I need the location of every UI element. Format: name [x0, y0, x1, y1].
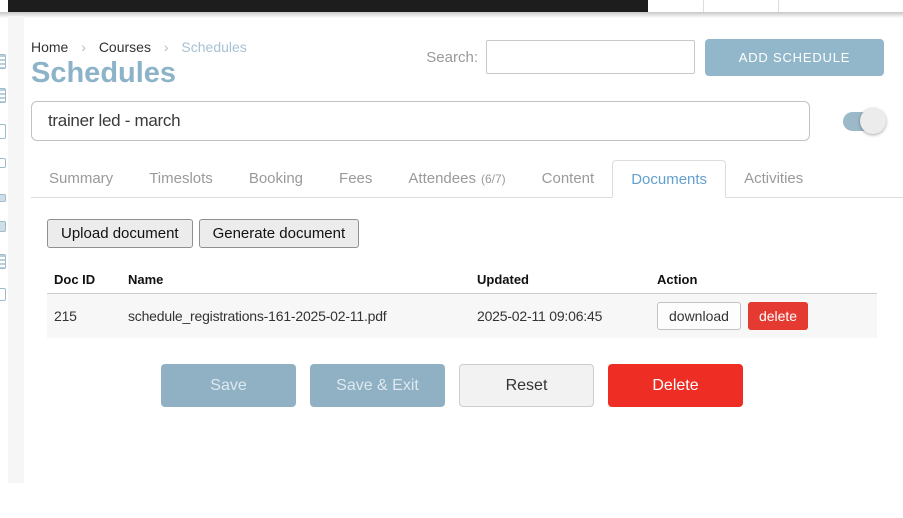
- tab-timeslots[interactable]: Timeslots: [131, 160, 231, 197]
- cell-name: schedule_registrations-161-2025-02-11.pd…: [128, 308, 477, 324]
- table-header-row: Doc ID Name Updated Action: [47, 266, 877, 293]
- download-button[interactable]: download: [657, 302, 741, 330]
- top-bar-menu-divider: [703, 0, 704, 12]
- breadcrumb-home[interactable]: Home: [31, 39, 68, 55]
- header-name: Name: [128, 272, 477, 287]
- tab-summary[interactable]: Summary: [31, 160, 131, 197]
- sidebar-doc-icon[interactable]: [0, 158, 6, 168]
- sidebar-list-icon[interactable]: [0, 254, 6, 269]
- footer-buttons: Save Save & Exit Reset Delete: [161, 364, 743, 407]
- generate-document-button[interactable]: Generate document: [199, 219, 360, 248]
- active-toggle[interactable]: [843, 108, 888, 135]
- tab-attendees-label: Attendees: [408, 170, 476, 187]
- search-input[interactable]: [486, 40, 695, 74]
- reset-button[interactable]: Reset: [459, 364, 594, 407]
- header-doc-id: Doc ID: [47, 272, 128, 287]
- cell-action: download delete: [657, 302, 877, 330]
- top-bar: [0, 0, 903, 12]
- tab-fees[interactable]: Fees: [321, 160, 390, 197]
- search-label: Search:: [408, 49, 478, 66]
- sidebar-doc-icon[interactable]: [0, 288, 6, 301]
- breadcrumb-separator: ›: [81, 39, 86, 55]
- top-bar-menu-divider: [778, 0, 779, 12]
- cell-updated: 2025-02-11 09:06:45: [477, 308, 657, 324]
- top-bar-shadow: [0, 12, 903, 18]
- left-gutter: [8, 16, 24, 483]
- breadcrumb-courses[interactable]: Courses: [99, 39, 151, 55]
- tab-activities[interactable]: Activities: [726, 160, 821, 197]
- delete-row-button[interactable]: delete: [748, 302, 808, 330]
- top-bar-dark-segment: [8, 0, 648, 12]
- sidebar-list-icon[interactable]: [0, 88, 6, 103]
- tab-content[interactable]: Content: [524, 160, 613, 197]
- cell-doc-id: 215: [47, 308, 128, 324]
- tab-bar: Summary Timeslots Booking Fees Attendees…: [31, 160, 903, 198]
- tab-attendees-count: (6/7): [481, 172, 506, 186]
- documents-table: Doc ID Name Updated Action 215 schedule_…: [47, 266, 877, 338]
- add-schedule-button[interactable]: ADD SCHEDULE: [705, 39, 884, 76]
- breadcrumb-separator: ›: [164, 39, 169, 55]
- save-button[interactable]: Save: [161, 364, 296, 407]
- header-updated: Updated: [477, 272, 657, 287]
- save-exit-button[interactable]: Save & Exit: [310, 364, 445, 407]
- sidebar-dot-icon[interactable]: [0, 194, 6, 202]
- header-action: Action: [657, 272, 877, 287]
- tab-attendees[interactable]: Attendees (6/7): [390, 160, 523, 197]
- sidebar-doc-icon[interactable]: [0, 124, 6, 139]
- schedules-page: Home › Courses › Schedules Schedules Sea…: [0, 0, 903, 518]
- page-title: Schedules: [31, 57, 176, 90]
- tab-documents[interactable]: Documents: [612, 160, 726, 198]
- sidebar-list-icon[interactable]: [0, 54, 6, 69]
- upload-document-button[interactable]: Upload document: [47, 219, 193, 248]
- sidebar-doc-icon[interactable]: [0, 221, 6, 232]
- breadcrumb: Home › Courses › Schedules: [31, 39, 256, 55]
- delete-button[interactable]: Delete: [608, 364, 743, 407]
- document-actions: Upload document Generate document: [47, 219, 359, 248]
- table-row: 215 schedule_registrations-161-2025-02-1…: [47, 293, 877, 338]
- breadcrumb-schedules[interactable]: Schedules: [181, 39, 246, 55]
- schedule-name-input[interactable]: [31, 101, 810, 141]
- tab-booking[interactable]: Booking: [231, 160, 321, 197]
- toggle-knob: [860, 108, 886, 134]
